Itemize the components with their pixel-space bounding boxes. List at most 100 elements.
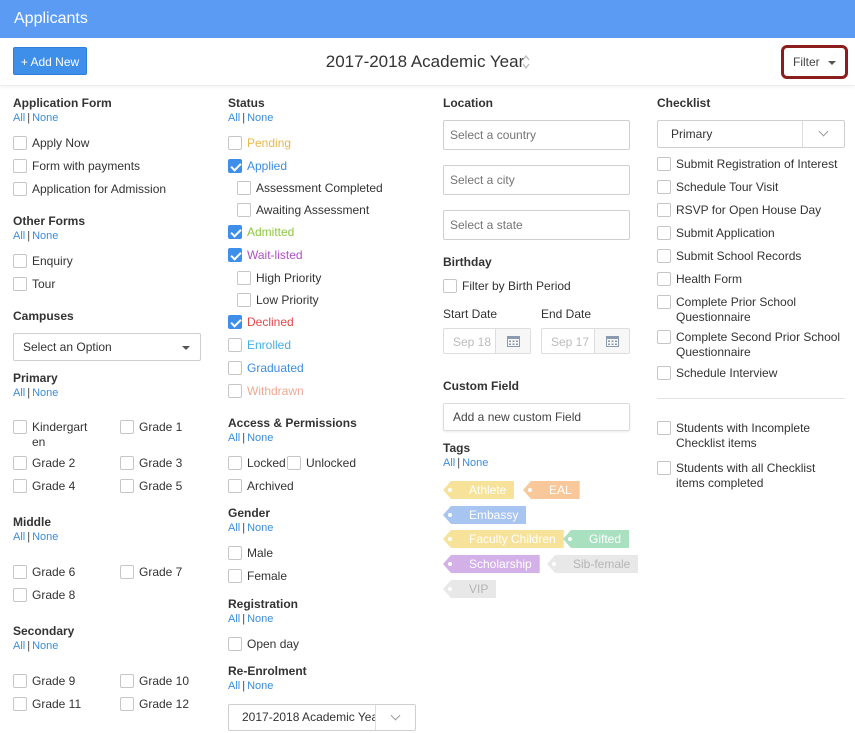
checkbox-grade-4[interactable]: Grade 4 (13, 479, 75, 494)
end-date-field[interactable]: Sep 17 (541, 328, 630, 354)
checkbox-checklist-complete-prior-school-questionnaire[interactable]: Complete Prior School Questionnaire (657, 295, 847, 325)
checkbox-grade-5[interactable]: Grade 5 (120, 479, 182, 494)
checkbox-locked[interactable]: Locked (228, 456, 286, 471)
checkbox-box[interactable] (120, 697, 134, 711)
checkbox-box[interactable] (237, 293, 251, 307)
checkbox-box[interactable] (228, 136, 242, 150)
select-all-link[interactable]: All (228, 522, 240, 534)
calendar-button[interactable] (495, 329, 530, 353)
select-all-link[interactable]: All (228, 112, 240, 124)
checkbox-checklist-rsvp-for-open-house-day[interactable]: RSVP for Open House Day (657, 203, 847, 218)
checkbox-grade-12[interactable]: Grade 12 (120, 697, 189, 712)
select-all-link[interactable]: All (228, 613, 240, 625)
checkbox-box[interactable] (13, 588, 27, 602)
academic-year-title[interactable]: 2017-2018 Academic Year (300, 52, 550, 72)
checkbox-status-assessment-completed[interactable]: Assessment Completed (237, 181, 383, 196)
select-none-link[interactable]: None (247, 522, 273, 534)
select-none-link[interactable]: None (32, 112, 58, 124)
checkbox-box[interactable] (228, 338, 242, 352)
checkbox-apply-now[interactable]: Apply Now (13, 136, 89, 151)
select-all-link[interactable]: All (443, 457, 455, 469)
checkbox-box[interactable] (228, 546, 242, 560)
checkbox-box[interactable] (13, 420, 27, 434)
checkbox-box[interactable] (13, 159, 27, 173)
updown-chevron-icon[interactable] (521, 53, 531, 71)
checkbox-grade-7[interactable]: Grade 7 (120, 565, 182, 580)
checkbox-checklist-schedule-tour-visit[interactable]: Schedule Tour Visit (657, 180, 847, 195)
checkbox-grade-2[interactable]: Grade 2 (13, 456, 75, 471)
select-none-link[interactable]: None (247, 112, 273, 124)
add-new-button[interactable]: + Add New (13, 47, 87, 75)
checkbox-female[interactable]: Female (228, 569, 287, 584)
reenrolment-year-select[interactable]: 2017-2018 Academic Year (228, 704, 416, 731)
checkbox-grade-8[interactable]: Grade 8 (13, 588, 75, 603)
checkbox-open-day[interactable]: Open day (228, 637, 299, 652)
checkbox-box[interactable] (120, 479, 134, 493)
checkbox-status-low-priority[interactable]: Low Priority (237, 293, 319, 308)
checkbox-box[interactable] (657, 330, 671, 344)
checkbox-box[interactable] (120, 565, 134, 579)
checkbox-unlocked[interactable]: Unlocked (287, 456, 356, 471)
select-all-link[interactable]: All (228, 680, 240, 692)
checkbox-status-applied[interactable]: Applied (228, 159, 287, 174)
checkbox-box[interactable] (228, 315, 242, 329)
checkbox-status-enrolled[interactable]: Enrolled (228, 338, 291, 353)
checkbox-checklist-submit-school-records[interactable]: Submit School Records (657, 249, 847, 264)
select-all-link[interactable]: All (13, 640, 25, 652)
checkbox-status-graduated[interactable]: Graduated (228, 361, 304, 376)
campus-select[interactable]: Select an Option (13, 333, 201, 361)
checklist-select[interactable]: Primary (657, 120, 845, 148)
checkbox-filter-birth-period[interactable]: Filter by Birth Period (443, 279, 571, 294)
select-none-link[interactable]: None (462, 457, 488, 469)
checkbox-tour[interactable]: Tour (13, 277, 55, 292)
checkbox-box[interactable] (13, 182, 27, 196)
start-date-field[interactable]: Sep 18 (443, 328, 531, 354)
checkbox-box[interactable] (443, 279, 457, 293)
tag-athlete[interactable]: Athlete (443, 481, 515, 499)
checkbox-box[interactable] (13, 277, 27, 291)
select-all-link[interactable]: All (13, 230, 25, 242)
tag-faculty-children[interactable]: Faculty Children (443, 530, 564, 548)
checkbox-box[interactable] (228, 569, 242, 583)
checkbox-grade-3[interactable]: Grade 3 (120, 456, 182, 471)
checkbox-grade-9[interactable]: Grade 9 (13, 674, 75, 689)
checkbox-application-for-admission[interactable]: Application for Admission (13, 182, 166, 197)
select-none-link[interactable]: None (32, 531, 58, 543)
checkbox-kindergarten[interactable]: Kindergart en (13, 420, 108, 450)
select-none-link[interactable]: None (32, 387, 58, 399)
select-all-link[interactable]: All (13, 112, 25, 124)
checkbox-box[interactable] (13, 697, 27, 711)
checkbox-box[interactable] (287, 456, 301, 470)
checkbox-all-checklist-completed[interactable]: Students with all Checklist items comple… (657, 461, 847, 491)
checkbox-checklist-submit-application[interactable]: Submit Application (657, 226, 847, 241)
select-all-link[interactable]: All (228, 432, 240, 444)
city-input[interactable] (443, 165, 630, 195)
country-input[interactable] (443, 120, 630, 150)
checkbox-checklist-submit-registration-of-interest[interactable]: Submit Registration of Interest (657, 157, 847, 172)
checkbox-box[interactable] (120, 456, 134, 470)
checkbox-grade-6[interactable]: Grade 6 (13, 565, 75, 580)
checkbox-grade-1[interactable]: Grade 1 (120, 420, 182, 435)
checkbox-form-with-payments[interactable]: Form with payments (13, 159, 140, 174)
checkbox-box[interactable] (13, 479, 27, 493)
checkbox-box[interactable] (228, 384, 242, 398)
checkbox-status-wait-listed[interactable]: Wait-listed (228, 248, 303, 263)
checkbox-checklist-complete-second-prior-school-questionnaire[interactable]: Complete Second Prior School Questionnai… (657, 330, 847, 360)
tag-embassy[interactable]: Embassy (443, 506, 527, 524)
checkbox-box[interactable] (228, 361, 242, 375)
checkbox-status-declined[interactable]: Declined (228, 315, 294, 330)
checkbox-status-high-priority[interactable]: High Priority (237, 271, 321, 286)
checkbox-box[interactable] (228, 225, 242, 239)
checkbox-box[interactable] (657, 421, 671, 435)
select-toggle[interactable] (802, 121, 844, 147)
select-none-link[interactable]: None (32, 640, 58, 652)
checkbox-box[interactable] (120, 674, 134, 688)
checkbox-box[interactable] (657, 295, 671, 309)
checkbox-box[interactable] (13, 674, 27, 688)
checkbox-box[interactable] (13, 136, 27, 150)
checkbox-box[interactable] (13, 254, 27, 268)
checkbox-box[interactable] (657, 366, 671, 380)
checkbox-box[interactable] (237, 181, 251, 195)
checkbox-archived[interactable]: Archived (228, 479, 294, 494)
filter-button[interactable]: Filter (781, 45, 848, 79)
